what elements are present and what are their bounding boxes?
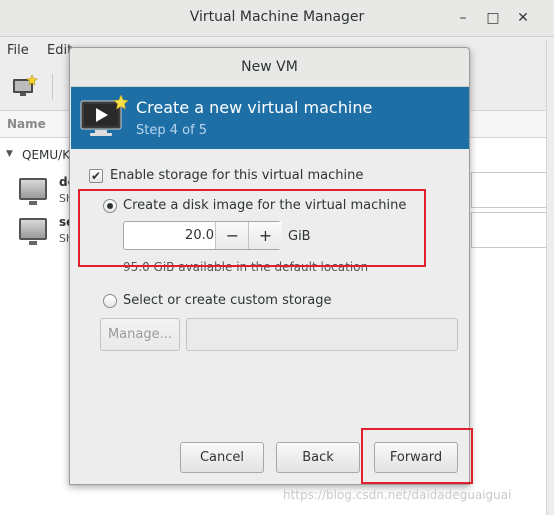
dialog-titlebar[interactable]: New VM: [70, 48, 469, 87]
create-disk-label[interactable]: Create a disk image for the virtual mach…: [123, 198, 406, 213]
new-vm-banner-icon: [80, 94, 129, 141]
dialog-banner: Create a new virtual machine Step 4 of 5: [71, 87, 469, 149]
cancel-button[interactable]: Cancel: [180, 442, 264, 473]
column-name[interactable]: Name: [7, 117, 46, 131]
watermark-text: https://blog.csdn.net/daidadeguaiguai: [283, 488, 512, 502]
expand-triangle-icon[interactable]: ▼: [6, 149, 13, 159]
forward-button[interactable]: Forward: [374, 442, 458, 473]
custom-storage-radio[interactable]: [103, 294, 117, 308]
available-space-text: 95.0 GiB available in the default locati…: [123, 260, 369, 274]
vm-monitor-icon: [19, 178, 47, 205]
vm-monitor-icon: [19, 218, 47, 245]
dialog-title: New VM: [241, 59, 298, 75]
disk-size-value[interactable]: 20.0: [124, 222, 214, 249]
connection-row[interactable]: ▼ QEMU/KVM: [0, 146, 89, 166]
increase-size-button[interactable]: +: [248, 222, 282, 249]
enable-storage-label[interactable]: Enable storage for this virtual machine: [110, 168, 363, 183]
cpu-usage-graph: [471, 172, 546, 208]
enable-storage-checkbox[interactable]: ✔: [89, 169, 103, 183]
banner-title: Create a new virtual machine: [136, 98, 373, 117]
banner-step: Step 4 of 5: [136, 123, 208, 138]
close-icon[interactable]: ✕: [513, 8, 533, 28]
back-button[interactable]: Back: [276, 442, 360, 473]
toolbar-separator: [52, 74, 53, 100]
minimize-icon[interactable]: –: [453, 8, 473, 28]
menu-file[interactable]: File: [7, 43, 29, 58]
vm-row[interactable]: se Sh: [0, 214, 74, 250]
custom-storage-path-input[interactable]: [186, 318, 458, 351]
maximize-icon[interactable]: □: [483, 8, 503, 28]
new-vm-toolbar-icon[interactable]: [12, 74, 38, 100]
create-disk-radio[interactable]: [103, 199, 117, 213]
disk-size-unit: GiB: [288, 229, 311, 244]
decrease-size-button[interactable]: −: [215, 222, 249, 249]
main-window-titlebar: Virtual Machine Manager – □ ✕: [0, 0, 554, 37]
disk-size-spinner[interactable]: 20.0 − +: [123, 221, 282, 250]
new-vm-dialog: New VM Create a new virtual machine Step…: [69, 47, 470, 485]
manage-button[interactable]: Manage...: [100, 318, 180, 351]
vm-row[interactable]: de Sh: [0, 174, 76, 210]
window-edge: [546, 40, 554, 515]
custom-storage-label[interactable]: Select or create custom storage: [123, 293, 331, 308]
cpu-usage-graph: [471, 212, 546, 248]
